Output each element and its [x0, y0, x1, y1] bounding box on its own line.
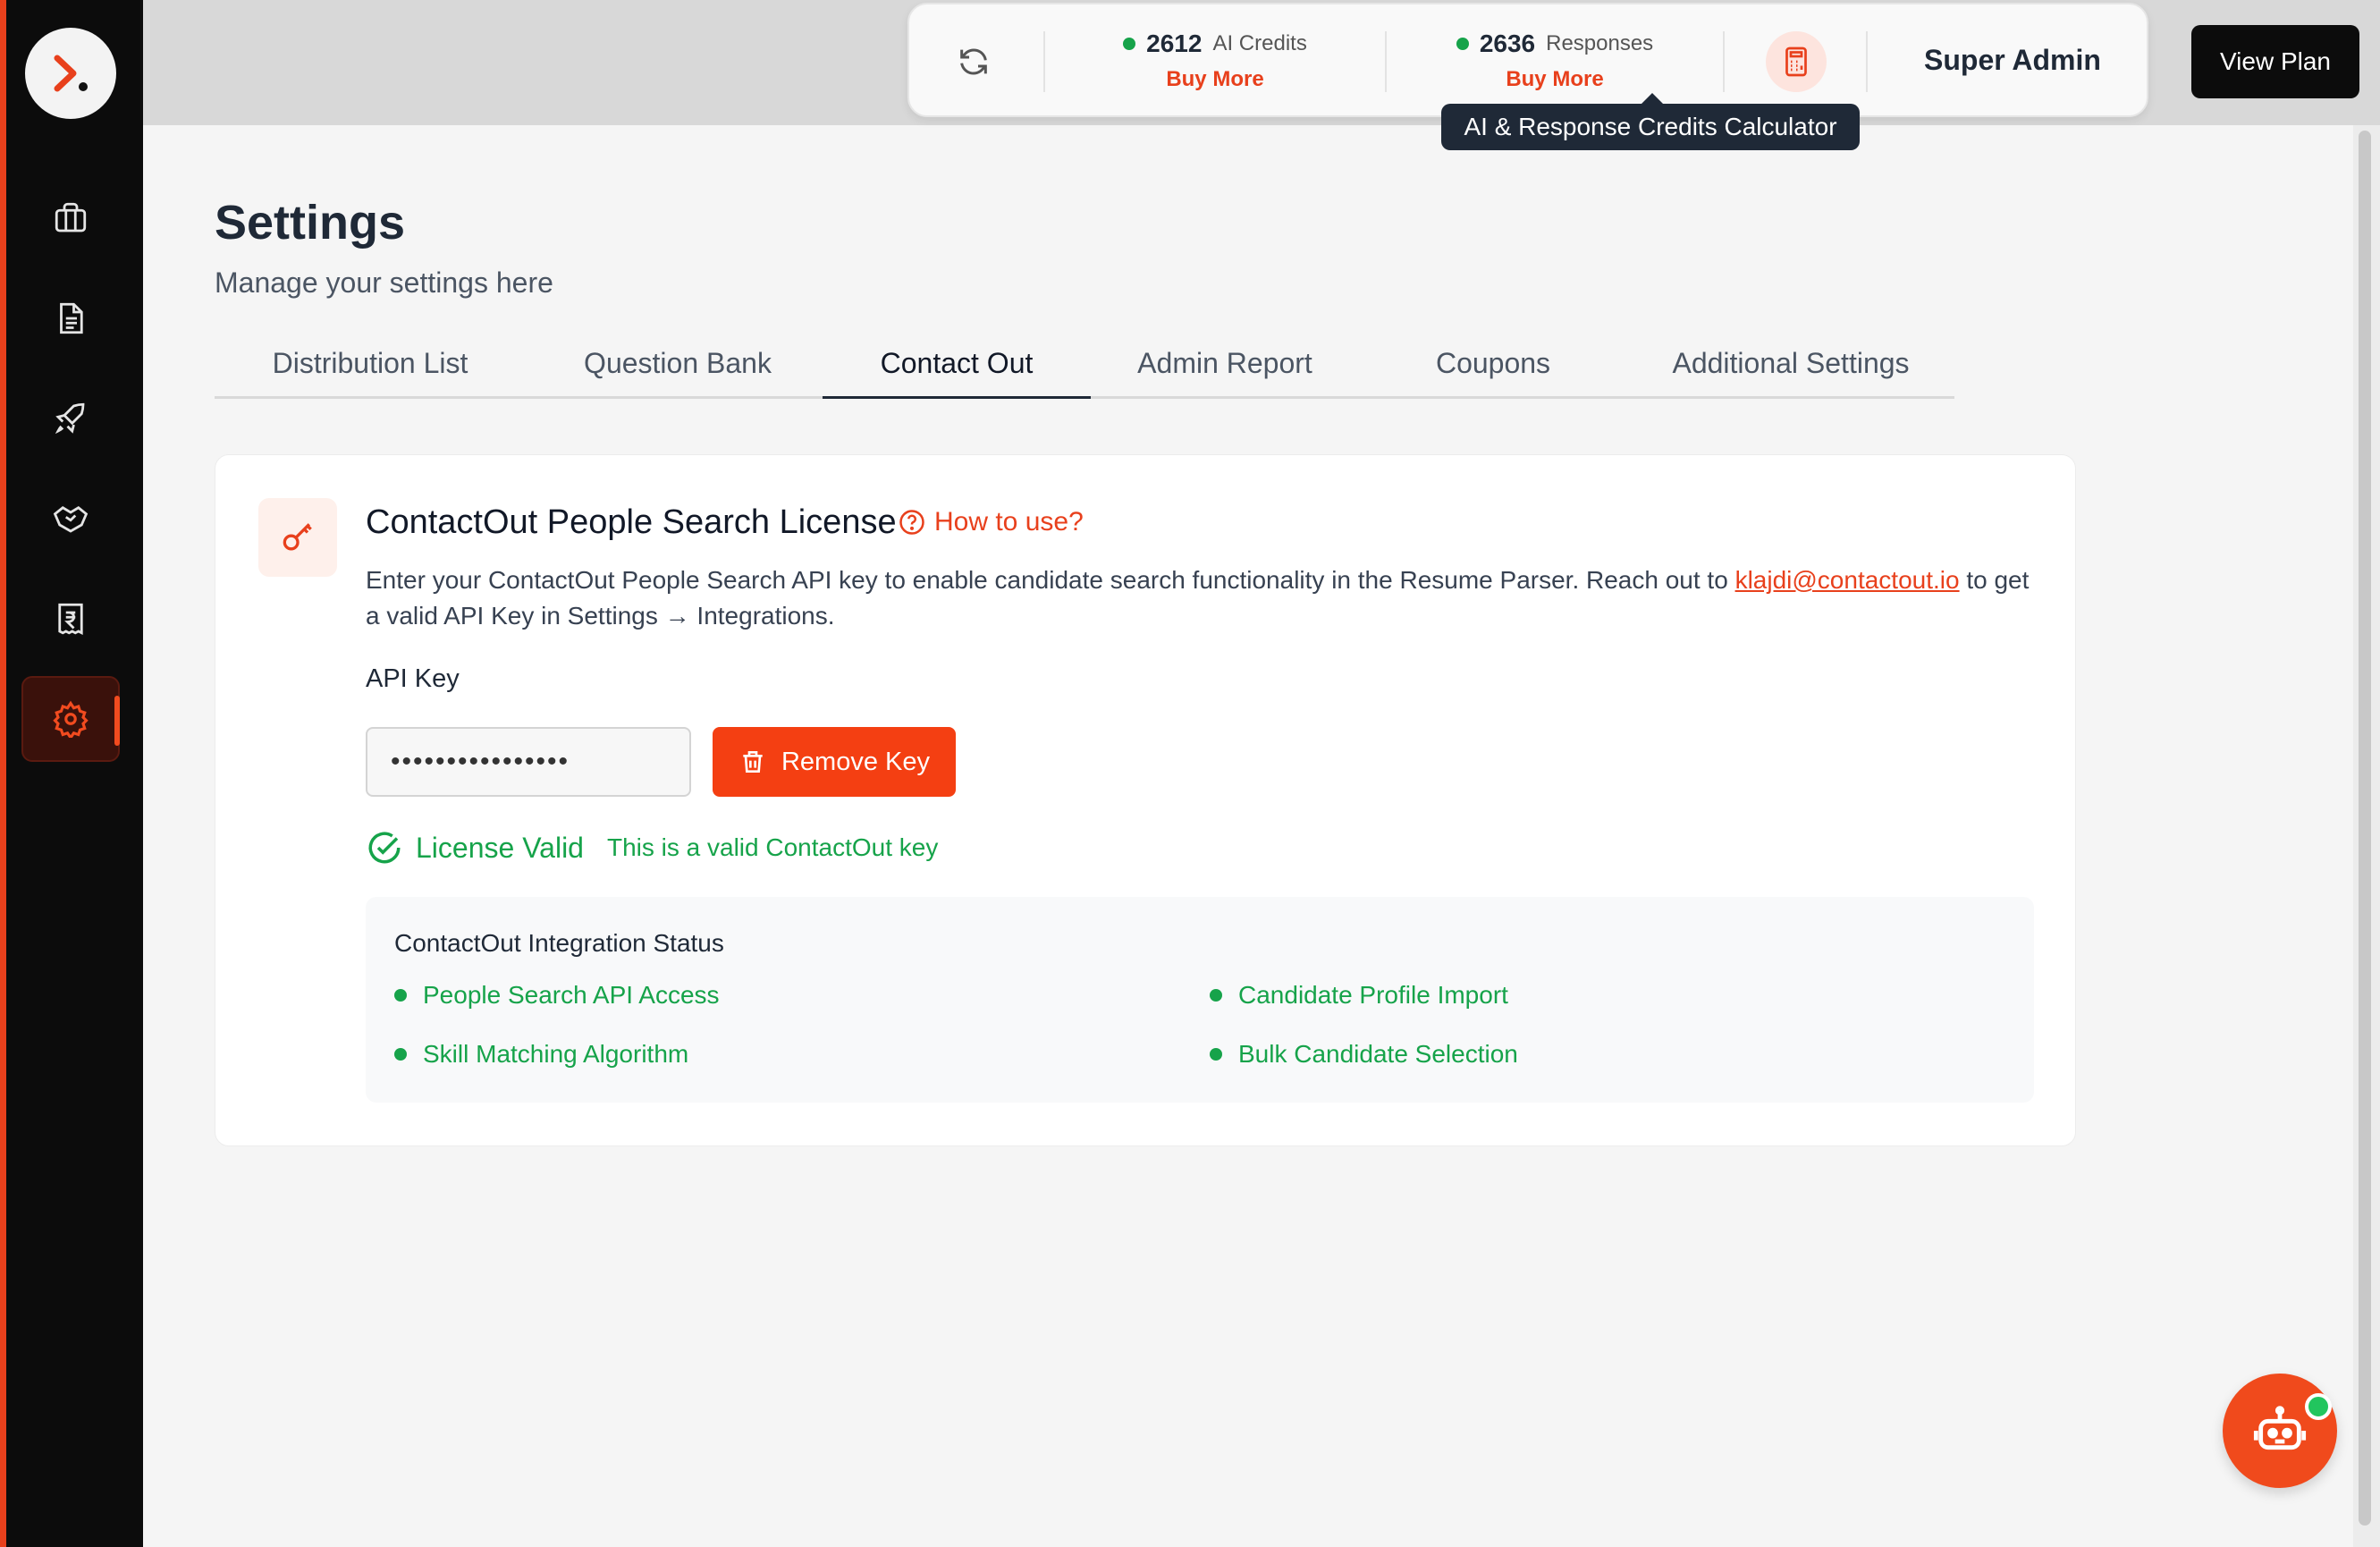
- how-to-use-link[interactable]: How to use?: [899, 507, 1084, 537]
- page-title: Settings: [215, 196, 406, 249]
- status-dot: [1456, 38, 1469, 50]
- sidebar-item-settings[interactable]: [21, 676, 120, 762]
- calculator-tooltip: AI & Response Credits Calculator: [1441, 93, 1860, 150]
- ai-credits-buy-more-link[interactable]: Buy More: [1081, 67, 1349, 92]
- logo-chevron-icon: [54, 55, 88, 92]
- page-subtitle: Manage your settings here: [215, 266, 553, 299]
- tab-additional-settings[interactable]: Additional Settings: [1627, 340, 1954, 399]
- app-logo[interactable]: [25, 28, 116, 119]
- status-item: Candidate Profile Import: [1210, 981, 1508, 1010]
- status-dot: [394, 989, 407, 1002]
- responses-buy-more-link[interactable]: Buy More: [1421, 67, 1689, 92]
- credits-panel: 2612 AI Credits Buy More 2636 Responses …: [907, 3, 2148, 117]
- status-item-label: Bulk Candidate Selection: [1238, 1040, 1518, 1068]
- api-key-label: API Key: [366, 664, 460, 693]
- responses-count: 2636: [1479, 30, 1536, 57]
- refresh-icon[interactable]: [956, 44, 992, 80]
- card-title: ContactOut People Search License: [366, 503, 897, 541]
- tab-distribution-list[interactable]: Distribution List: [215, 340, 526, 399]
- robot-icon: [2253, 1406, 2307, 1450]
- description-text: Enter your ContactOut People Search API …: [366, 566, 1735, 594]
- key-icon-container: [258, 498, 337, 577]
- remove-key-label: Remove Key: [781, 747, 930, 776]
- document-icon: [60, 302, 83, 334]
- status-item: Bulk Candidate Selection: [1210, 1040, 1518, 1069]
- sidebar-item-jobs[interactable]: [21, 175, 120, 261]
- remove-key-button[interactable]: Remove Key: [713, 727, 956, 797]
- handshake-icon: [53, 506, 89, 533]
- sidebar-item-documents[interactable]: [21, 275, 120, 361]
- credits-calculator-button[interactable]: [1766, 31, 1827, 92]
- status-dot: [394, 1048, 407, 1061]
- sidebar-item-launch[interactable]: [21, 376, 120, 461]
- contact-email-link[interactable]: klajdi@contactout.io: [1735, 566, 1960, 594]
- status-item: People Search API Access: [394, 981, 720, 1010]
- help-circle-icon: [899, 510, 924, 535]
- contactout-license-card: ContactOut People Search License How to …: [215, 454, 2076, 1146]
- online-indicator: [2305, 1393, 2332, 1420]
- how-to-use-label: How to use?: [934, 507, 1084, 537]
- sidebar: [0, 0, 143, 1547]
- ai-credits-count: 2612: [1146, 30, 1203, 57]
- integration-status-box: ContactOut Integration Status People Sea…: [366, 897, 2034, 1103]
- view-plan-button[interactable]: View Plan: [2191, 25, 2359, 98]
- status-item-label: Skill Matching Algorithm: [423, 1040, 689, 1068]
- rocket-icon: [55, 402, 85, 435]
- tab-admin-report[interactable]: Admin Report: [1091, 340, 1359, 399]
- trash-icon: [743, 751, 763, 773]
- card-description: Enter your ContactOut People Search API …: [366, 562, 2047, 634]
- integration-status-title: ContactOut Integration Status: [394, 929, 724, 957]
- ai-credits-label: AI Credits: [1212, 31, 1307, 55]
- status-item: Skill Matching Algorithm: [394, 1040, 688, 1069]
- check-circle-icon: [368, 832, 401, 864]
- responses-label: Responses: [1546, 31, 1654, 55]
- user-role-name: Super Admin: [1924, 44, 2101, 76]
- license-valid-row: License Valid This is a valid ContactOut…: [366, 829, 938, 866]
- responses-block: 2636 Responses Buy More: [1421, 30, 1689, 92]
- status-item-label: Candidate Profile Import: [1238, 981, 1508, 1009]
- scrollbar[interactable]: [2359, 131, 2371, 1526]
- license-valid-description: This is a valid ContactOut key: [606, 833, 939, 861]
- chatbot-button[interactable]: [2223, 1374, 2337, 1488]
- api-key-input[interactable]: ••••••••••••••••: [366, 727, 691, 797]
- sidebar-item-partners[interactable]: [21, 476, 120, 562]
- tab-contact-out[interactable]: Contact Out: [823, 340, 1091, 399]
- status-dot: [1210, 1048, 1222, 1061]
- tab-question-bank[interactable]: Question Bank: [526, 340, 830, 399]
- settings-gear-icon: [53, 700, 89, 738]
- status-dot: [1210, 989, 1222, 1002]
- receipt-rupee-icon: [58, 603, 83, 636]
- ai-credits-block: 2612 AI Credits Buy More: [1081, 30, 1349, 92]
- briefcase-icon: [55, 202, 87, 232]
- status-dot: [1123, 38, 1136, 50]
- settings-tabs: Distribution List Question Bank Contact …: [215, 340, 1954, 399]
- license-valid-title: License Valid: [416, 831, 584, 864]
- tab-coupons[interactable]: Coupons: [1359, 340, 1627, 399]
- sidebar-item-billing[interactable]: [21, 576, 120, 662]
- key-icon: [283, 523, 312, 551]
- status-item-label: People Search API Access: [423, 981, 720, 1009]
- calculator-icon: [1785, 46, 1807, 77]
- top-bar: 2612 AI Credits Buy More 2636 Responses …: [143, 0, 2380, 125]
